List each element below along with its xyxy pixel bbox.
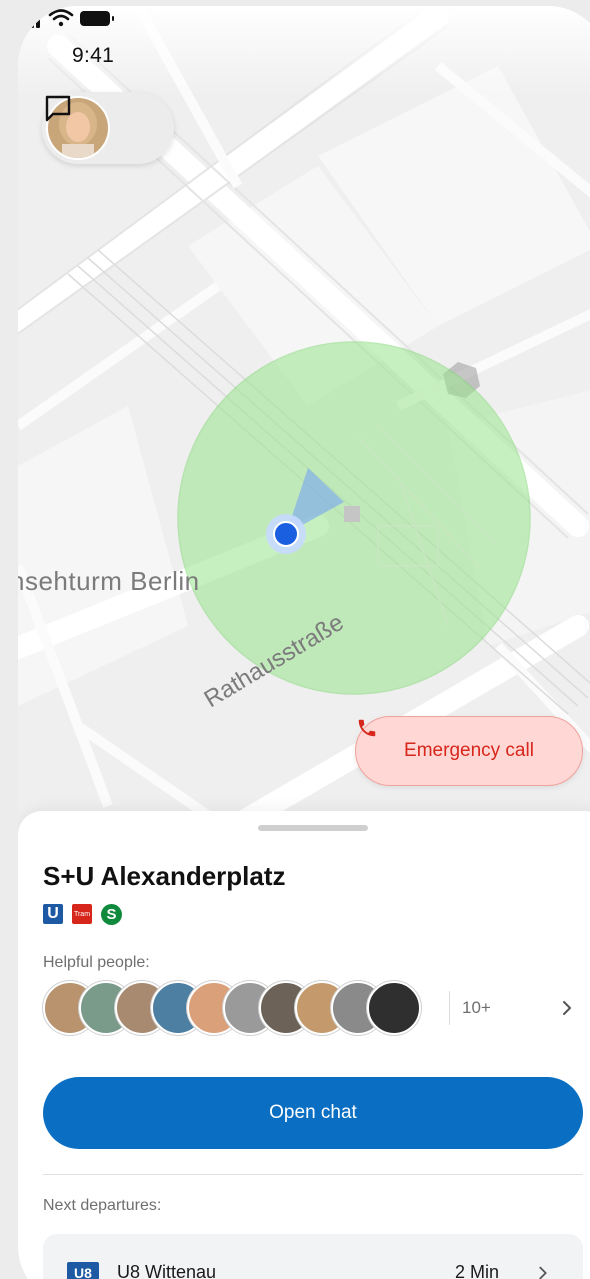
open-chat-button[interactable]: Open chat: [43, 1077, 583, 1149]
signal-icon: [18, 8, 40, 28]
profile-pill[interactable]: [42, 92, 174, 164]
departure-time: 2 Min: [455, 1262, 500, 1279]
station-title: S+U Alexanderplatz: [43, 861, 286, 891]
divider: [449, 991, 450, 1025]
tram-badge: Tram: [72, 904, 92, 924]
person-avatar[interactable]: [367, 981, 421, 1035]
phone-frame: nsehturm Berlin Rathausstraße 9:41 Emerg…: [18, 6, 590, 1279]
chat-icon[interactable]: [42, 92, 74, 124]
more-people-count: 10+: [462, 998, 491, 1017]
divider: [43, 1174, 583, 1175]
battery-icon: [80, 11, 114, 26]
phone-icon: [358, 719, 376, 737]
status-icons: [18, 8, 114, 28]
wifi-icon: [48, 9, 74, 27]
helpful-people-row[interactable]: 10+: [43, 981, 588, 1035]
departure-row[interactable]: U8 U8 Wittenau 2 Min: [43, 1234, 583, 1279]
sheet-handle[interactable]: [258, 825, 368, 831]
emergency-call-button[interactable]: Emergency call: [355, 716, 583, 786]
u-bahn-badge: U: [43, 904, 63, 924]
status-time: 9:41: [72, 44, 115, 67]
emergency-call-label: Emergency call: [404, 740, 534, 761]
landmark-label: nsehturm Berlin: [18, 566, 200, 596]
status-bar: 9:41: [18, 6, 590, 96]
departures-label: Next departures:: [43, 1197, 162, 1214]
chevron-right-icon: [539, 1266, 547, 1279]
helpful-people-label: Helpful people:: [43, 954, 150, 971]
line-badge: U8: [67, 1262, 99, 1279]
line-badges: U Tram S: [43, 903, 122, 925]
departure-line: U8 Wittenau: [117, 1262, 217, 1279]
map-view[interactable]: nsehturm Berlin Rathausstraße 9:41 Emerg…: [18, 6, 590, 836]
s-bahn-badge: S: [101, 903, 122, 925]
station-sheet: S+U Alexanderplatz U Tram S Helpful peop…: [18, 811, 590, 1279]
chevron-right-icon[interactable]: [557, 998, 577, 1018]
